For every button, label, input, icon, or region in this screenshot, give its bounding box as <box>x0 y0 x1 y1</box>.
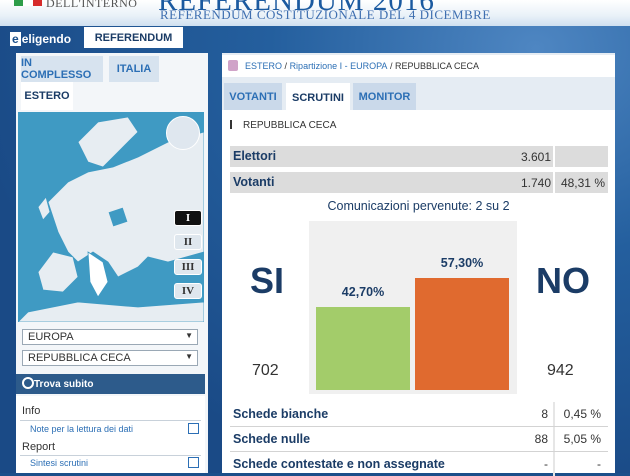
divider <box>20 420 201 421</box>
si-bar <box>316 307 410 390</box>
country-select[interactable]: REPUBBLICA CECA ▼ <box>22 350 198 366</box>
nav-tab-referendum[interactable]: REFERENDUM <box>84 27 183 48</box>
ministry-name: DELL'INTERNO <box>46 0 138 10</box>
votanti-row: Votanti 1.740 48,31 % <box>230 172 608 193</box>
chevron-down-icon: ▼ <box>185 331 193 340</box>
area-button-i[interactable]: I <box>174 210 202 226</box>
report-heading: Report <box>22 441 56 453</box>
refresh-map-icon[interactable] <box>166 116 200 150</box>
no-label: NO <box>536 260 590 301</box>
flag-icon <box>230 120 240 129</box>
referendum-subtitle: REFERENDUM COSTITUZIONALE DEL 4 DICEMBRE <box>160 7 491 22</box>
schede-contestate-row: Schede contestate e non assegnate - - <box>230 452 608 476</box>
breadcrumb-estero[interactable]: ESTERO <box>245 61 282 71</box>
comunicazioni-text: Comunicazioni pervenute: 2 su 2 <box>327 199 510 213</box>
si-votes: 702 <box>252 362 279 379</box>
region-select[interactable]: EUROPA ▼ <box>22 329 198 345</box>
document-icon[interactable] <box>188 423 199 434</box>
external-link-icon[interactable] <box>188 457 199 468</box>
tab-votanti[interactable]: VOTANTI <box>224 83 282 110</box>
tab-monitor[interactable]: MONITOR <box>353 83 416 110</box>
no-votes: 942 <box>547 362 574 379</box>
no-pct-label: 57,30% <box>440 256 484 270</box>
tab-italia[interactable]: ITALIA <box>109 56 159 82</box>
info-box: Info Note per la lettura dei dati Report… <box>16 396 205 473</box>
ballot-icon <box>228 60 238 71</box>
area-button-iii[interactable]: III <box>174 259 202 275</box>
info-heading: Info <box>22 405 41 417</box>
location-title: REPUBBLICA CECA <box>230 119 336 131</box>
top-header: DELL'INTERNO REFERENDUM 2016 REFERENDUM … <box>0 0 630 26</box>
si-label: SI <box>250 260 285 301</box>
search-icon <box>22 377 34 389</box>
trova-subito-button[interactable]: Trova subito <box>16 374 205 394</box>
tab-estero[interactable]: ESTERO <box>21 82 73 110</box>
si-pct-label: 42,70% <box>341 285 385 299</box>
elettori-row: Elettori 3.601 <box>230 146 608 167</box>
info-link[interactable]: Note per la lettura dei dati <box>30 424 133 434</box>
schede-bianche-row: Schede bianche 8 0,45 % <box>230 402 608 427</box>
logo-mark-icon: e <box>10 32 21 46</box>
area-button-ii[interactable]: II <box>174 234 202 250</box>
no-bar <box>415 278 509 390</box>
divider <box>20 455 201 456</box>
eligendo-logo[interactable]: e eligendo <box>10 32 71 46</box>
breadcrumb-current: REPUBBLICA CECA <box>394 61 480 71</box>
tab-scrutini[interactable]: SCRUTINI <box>286 83 350 112</box>
tab-in-complesso[interactable]: IN COMPLESSO <box>21 56 103 82</box>
breadcrumb-ripartizione[interactable]: Ripartizione I - EUROPA <box>290 61 388 71</box>
chevron-down-icon: ▼ <box>185 352 193 361</box>
breadcrumb: ESTERO / Ripartizione I - EUROPA / REPUB… <box>222 55 615 77</box>
area-button-iv[interactable]: IV <box>174 283 202 299</box>
italian-flag-icon <box>14 0 42 6</box>
report-link[interactable]: Sintesi scrutini <box>30 458 88 468</box>
schede-nulle-row: Schede nulle 88 5,05 % <box>230 427 608 452</box>
